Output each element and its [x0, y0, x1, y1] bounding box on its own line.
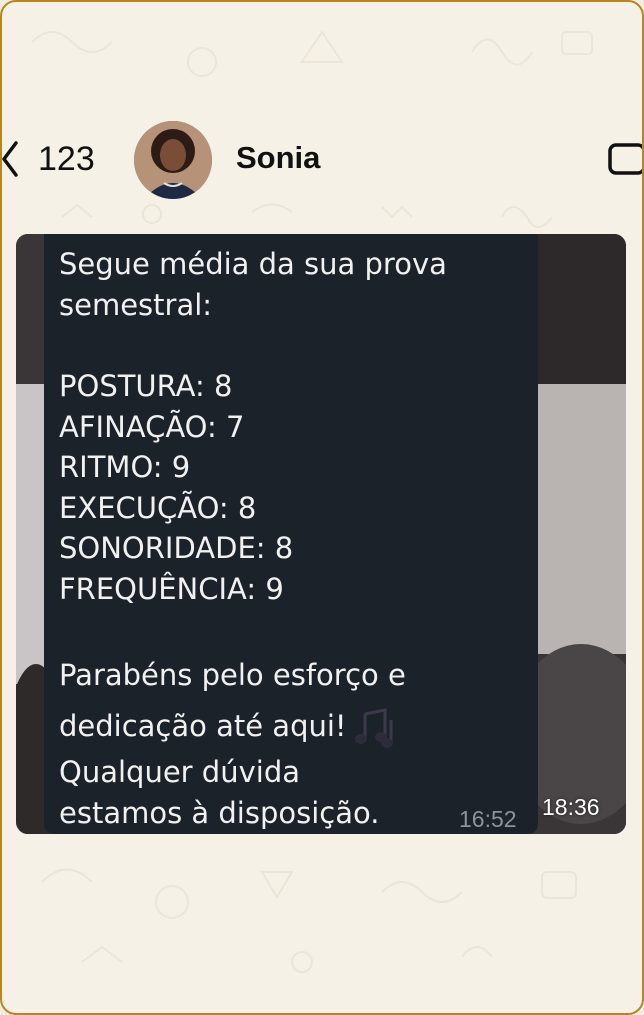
chevron-left-icon [2, 141, 18, 177]
message-text: Segue média da sua prova semestral: POST… [59, 244, 529, 833]
message-timestamp: 18:36 [542, 794, 600, 820]
message-line: Qualquer dúvida [59, 755, 300, 789]
video-call-icon[interactable] [608, 141, 644, 177]
message-line: Parabéns pelo esforço e [59, 658, 406, 692]
message-line: semestral: [59, 287, 213, 322]
message-line-text: dedicação até aqui! [59, 709, 347, 743]
unread-count: 123 [38, 139, 95, 178]
message-line: SONORIDADE: 8 [59, 531, 294, 565]
chat-header: 123 Sonia [2, 107, 642, 207]
avatar-photo [134, 121, 212, 199]
message-line: POSTURA: 8 [59, 369, 233, 403]
avatar[interactable] [134, 121, 212, 199]
message-line: Segue média da sua prova [59, 247, 447, 281]
message-line: AFINAÇÃO: 7 [59, 409, 245, 444]
message-line: dedicação até aqui! [59, 701, 529, 752]
message-line: RITMO: 9 [59, 450, 191, 484]
screen-frame: 123 Sonia Segue média da sua prova semes… [0, 0, 644, 1015]
contact-name[interactable]: Sonia [236, 140, 320, 176]
image-message[interactable]: Segue média da sua prova semestral: POST… [16, 234, 626, 834]
inner-timestamp: 16:52 [459, 806, 517, 832]
musical-notes-icon [354, 708, 393, 748]
back-button[interactable]: 123 [2, 137, 95, 181]
message-line: EXECUÇÃO: 8 [59, 490, 257, 525]
message-line: FREQUÊNCIA: 9 [59, 571, 284, 606]
